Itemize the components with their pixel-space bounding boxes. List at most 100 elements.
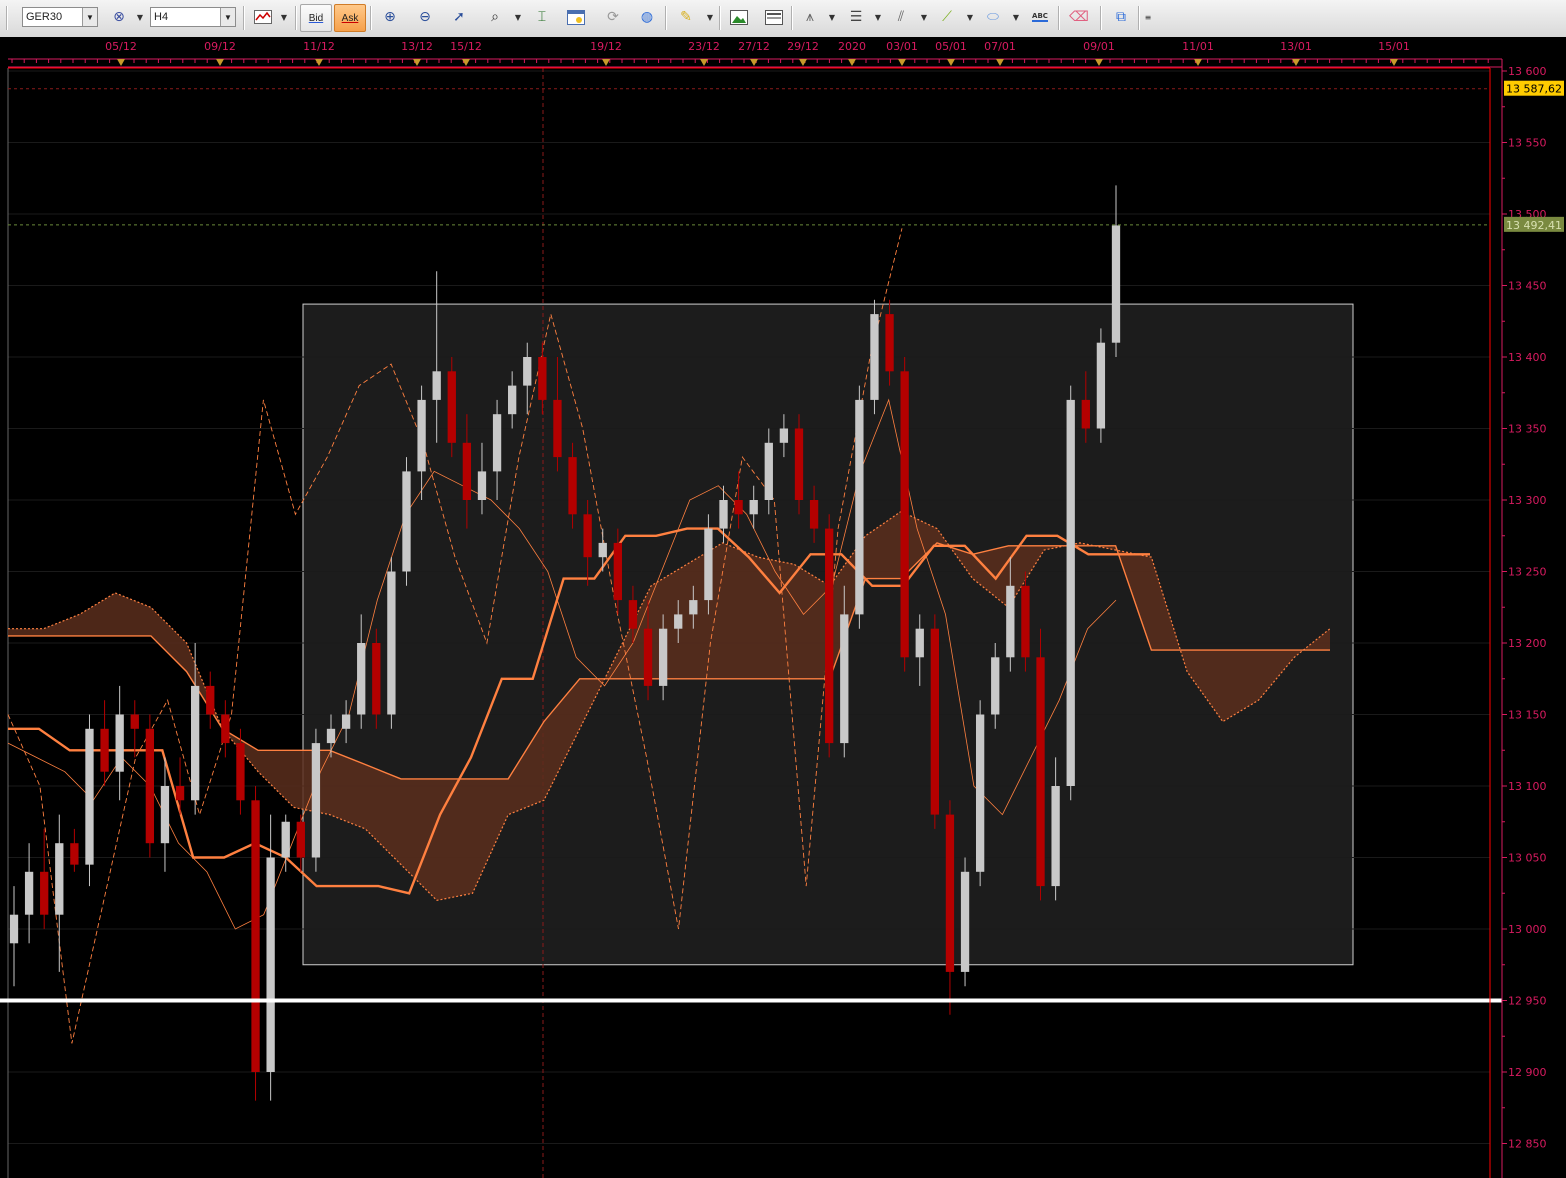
price-chart[interactable]: 05/12 09/12 11/12 13/12 15/12 19/12 23/12 27/12… <box>0 37 1566 1178</box>
chevron-down-icon[interactable]: ▼ <box>134 5 146 29</box>
candle-body <box>115 714 124 772</box>
ask-button[interactable]: Ask <box>334 4 366 32</box>
globe-icon[interactable]: ◍ <box>634 5 660 29</box>
eraser-icon[interactable]: ⌫ <box>1066 5 1092 29</box>
candle-body <box>840 614 849 744</box>
candle-body <box>628 600 638 629</box>
candle-body <box>930 628 940 815</box>
overflow-icon[interactable]: ≡ <box>1142 5 1154 29</box>
candle-body <box>160 786 170 844</box>
candle-body <box>960 871 970 972</box>
hierarchy-icon[interactable]: ⧉ <box>1108 5 1134 29</box>
toolbar-grip <box>6 6 7 30</box>
zoom-in-icon[interactable]: ⊕ <box>377 5 403 29</box>
price-label: 13 050 <box>1508 852 1547 865</box>
template-icon[interactable] <box>761 5 787 29</box>
chevron-down-icon[interactable]: ▼ <box>512 5 524 29</box>
separator <box>665 6 666 30</box>
ellipse-icon[interactable]: ⬭ <box>980 5 1006 29</box>
horizontal-lines-icon[interactable]: ☰ <box>843 5 869 29</box>
chart-type-icon[interactable] <box>250 5 276 29</box>
candle-body <box>206 685 215 715</box>
fan-icon[interactable]: ⫽ <box>888 5 914 29</box>
price-tag-top: 13 587,62 <box>1506 83 1562 96</box>
candle-body <box>991 657 1000 715</box>
candle-body <box>130 714 139 729</box>
candle-body <box>145 728 155 844</box>
magnifier-icon[interactable]: ⌕ <box>482 5 508 29</box>
candle-body <box>764 442 773 500</box>
separator <box>295 6 296 30</box>
separator <box>719 6 720 30</box>
price-label: 13 150 <box>1508 709 1547 722</box>
trendline-icon[interactable]: ⟋ <box>934 5 960 29</box>
chevron-down-icon[interactable]: ▼ <box>872 5 884 29</box>
picture-icon <box>730 9 748 25</box>
candle-body <box>100 728 109 772</box>
chevron-down-icon[interactable]: ▼ <box>704 5 716 29</box>
candle-body <box>1096 342 1106 429</box>
ruler-icon[interactable]: ✎ <box>673 5 699 29</box>
chart-window-icon[interactable] <box>563 5 589 29</box>
chevron-down-icon[interactable]: ▼ <box>1010 5 1022 29</box>
refresh-icon[interactable]: ⟳ <box>600 5 626 29</box>
image-icon[interactable] <box>726 5 752 29</box>
cursor-icon[interactable]: ➚ <box>446 5 472 29</box>
candle-body <box>236 743 245 801</box>
date-label: 19/12 <box>590 40 622 53</box>
candle-body <box>85 728 94 865</box>
candle-body <box>945 814 955 972</box>
candle-body <box>1021 585 1030 658</box>
candle-body <box>70 843 79 865</box>
chevron-down-icon[interactable]: ▼ <box>82 8 97 26</box>
zoom-out-icon[interactable]: ⊖ <box>412 5 438 29</box>
candle-body <box>704 528 713 601</box>
date-label: 13/12 <box>401 40 433 53</box>
date-label: 11/01 <box>1182 40 1214 53</box>
timeframe-value: H4 <box>154 11 169 23</box>
chevron-down-icon[interactable]: ▼ <box>826 5 838 29</box>
candle-body <box>55 843 64 915</box>
price-label: 13 600 <box>1508 65 1547 78</box>
chevron-down-icon[interactable]: ▼ <box>964 5 976 29</box>
crosshair-icon[interactable]: ⌶ <box>529 5 555 29</box>
separator <box>370 6 371 30</box>
candle-body <box>9 914 19 944</box>
candle-body <box>1006 585 1015 658</box>
date-label: 05/12 <box>105 40 137 53</box>
candle-body <box>583 514 592 558</box>
candle-body <box>538 357 547 400</box>
price-label: 13 350 <box>1508 423 1547 436</box>
separator <box>1100 6 1101 30</box>
candle-body <box>885 314 894 372</box>
candle-body <box>266 857 275 1072</box>
bid-button[interactable]: Bid <box>300 4 332 32</box>
link-icon[interactable]: ⊗ <box>106 5 132 29</box>
price-label: 12 900 <box>1508 1066 1547 1079</box>
price-label: 13 100 <box>1508 780 1547 793</box>
candle-body <box>432 371 441 400</box>
date-label: 09/01 <box>1083 40 1115 53</box>
chevron-down-icon[interactable]: ▼ <box>918 5 930 29</box>
fork-icon[interactable]: ⩚ <box>797 5 823 29</box>
candle-body <box>281 821 290 858</box>
symbol-select[interactable]: GER30 ▼ <box>22 7 98 27</box>
candle-body <box>870 314 879 400</box>
candle-body <box>674 614 683 629</box>
separator <box>243 6 244 30</box>
candle-body <box>311 743 321 858</box>
candle-body <box>915 628 924 658</box>
candle-body <box>296 821 305 858</box>
candle-body <box>734 500 743 515</box>
date-label: 05/01 <box>935 40 967 53</box>
timeframe-select[interactable]: H4 ▼ <box>150 7 236 27</box>
candle-body <box>221 714 230 744</box>
candle-body <box>523 357 532 386</box>
line-chart-icon <box>254 10 272 24</box>
candle-body <box>372 643 381 715</box>
chevron-down-icon[interactable]: ▼ <box>278 5 290 29</box>
candle-body <box>1066 399 1075 786</box>
text-tool-icon[interactable]: ABC <box>1027 5 1053 29</box>
date-label: 09/12 <box>204 40 236 53</box>
chevron-down-icon[interactable]: ▼ <box>220 8 235 26</box>
